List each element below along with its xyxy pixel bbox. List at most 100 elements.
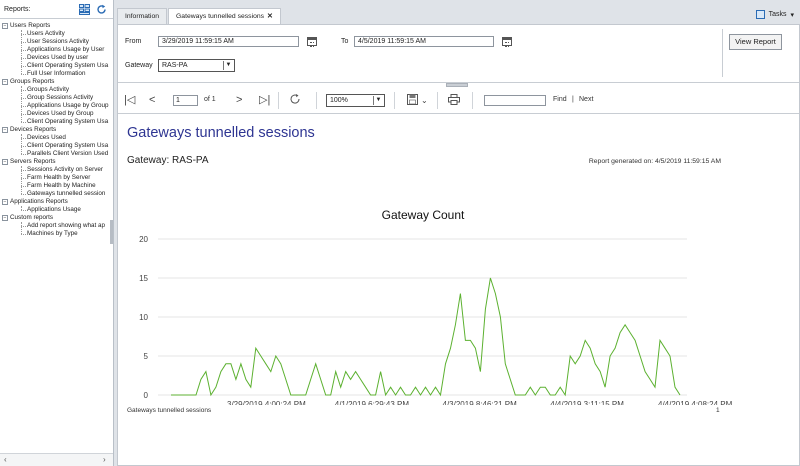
tree-item-label: Devices Used by Group	[27, 110, 94, 117]
report-title: Gateways tunnelled sessions	[127, 125, 315, 141]
collapse-icon[interactable]: −	[2, 79, 8, 85]
y-tick-label: 5	[144, 352, 149, 361]
tree-item[interactable]: Gateways tunnelled session	[0, 190, 113, 198]
tree-item-label: Farm Health by Machine	[27, 182, 96, 189]
print-icon[interactable]	[448, 94, 460, 109]
tree-item[interactable]: Groups Activity	[0, 86, 113, 94]
refresh-icon[interactable]	[96, 4, 107, 15]
chevron-down-icon: ▼	[223, 61, 233, 70]
from-calendar-icon[interactable]	[307, 37, 317, 47]
tree-group-5[interactable]: − Custom reports	[0, 214, 113, 222]
tab-bar: Information Gateways tunnelled sessions ✕	[117, 8, 282, 24]
page-number-input[interactable]: 1	[173, 95, 198, 106]
tree-item-label: Machines by Type	[27, 230, 78, 237]
gateway-select[interactable]: RAS-PA ▼	[158, 59, 235, 72]
tree-item-label: Applications Usage	[27, 206, 81, 213]
collapse-icon[interactable]: −	[2, 215, 8, 221]
tree-guide	[21, 134, 22, 154]
tree-item-label: Parallels Client Version Used	[27, 150, 109, 157]
tree-guide	[21, 206, 22, 210]
tree-group-2[interactable]: − Devices Reports	[0, 126, 113, 134]
x-tick-label: 3/29/2019 4:00:24 PM	[227, 400, 306, 405]
to-date-input[interactable]: 4/5/2019 11:59:15 AM	[354, 36, 494, 47]
report-footer-title: Gateways tunnelled sessions	[127, 407, 212, 414]
tree-item-label: Group Sessions Activity	[27, 94, 94, 101]
save-icon[interactable]	[407, 94, 418, 109]
tree-item[interactable]: Farm Health by Machine	[0, 182, 113, 190]
chart-title: Gateway Count	[382, 208, 465, 222]
next-page-icon[interactable]: >	[236, 93, 242, 107]
tree-group-0[interactable]: − Users Reports	[0, 22, 113, 30]
tasks-menu[interactable]: Tasks ▾	[755, 10, 794, 19]
tree-item[interactable]: Farm Health by Server	[0, 174, 113, 182]
tree-item[interactable]: Sessions Activity on Server	[0, 166, 113, 174]
x-tick-label: 4/4/2019 3:11:15 PM	[550, 400, 624, 405]
tree-item[interactable]: Client Operating System Usa	[0, 142, 113, 150]
zoom-value: 100%	[330, 97, 348, 104]
tree-guide	[21, 222, 22, 234]
from-date-input[interactable]: 3/29/2019 11:59:15 AM	[158, 36, 299, 47]
tree-item-label: Add report showing what ap	[27, 222, 106, 229]
collapse-icon[interactable]: −	[2, 23, 8, 29]
divider	[722, 29, 723, 77]
reports-panel-header: Reports:	[0, 0, 113, 19]
layout-icon[interactable]	[79, 4, 90, 15]
tree-item[interactable]: Client Operating System Usa	[0, 118, 113, 126]
collapse-icon[interactable]: −	[2, 159, 8, 165]
tree-group-1[interactable]: − Groups Reports	[0, 78, 113, 86]
tree-item-label: Groups Activity	[27, 86, 69, 93]
tree-item[interactable]: Parallels Client Version Used	[0, 150, 113, 158]
gateway-select-value: RAS-PA	[162, 62, 188, 69]
tree-group-3[interactable]: − Servers Reports	[0, 158, 113, 166]
find-link[interactable]: Find	[553, 96, 567, 103]
tree-item[interactable]: Group Sessions Activity	[0, 94, 113, 102]
tree-group-4[interactable]: − Applications Reports	[0, 198, 113, 206]
next-link[interactable]: Next	[579, 96, 593, 103]
panel-splitter[interactable]	[110, 220, 113, 244]
report-viewer: From 3/29/2019 11:59:15 AM To 4/5/2019 1…	[117, 24, 800, 466]
tree-group-label: Custom reports	[10, 214, 54, 221]
tree-item[interactable]: Add report showing what ap	[0, 222, 113, 230]
tree-item[interactable]: Devices Used	[0, 134, 113, 142]
app-window: Reports: − Users Reports Users Activity Use…	[0, 0, 800, 466]
tree-item[interactable]: Full User Information	[0, 70, 113, 78]
chevron-down-icon: ▾	[790, 11, 794, 19]
tree-group-label: Devices Reports	[10, 126, 57, 133]
tree-item[interactable]: Users Activity	[0, 30, 113, 38]
y-tick-label: 10	[139, 313, 148, 322]
tree-item[interactable]: Machines by Type	[0, 230, 113, 238]
tree-item[interactable]: Applications Usage by User	[0, 46, 113, 54]
collapse-icon[interactable]: −	[2, 127, 8, 133]
scroll-left-icon[interactable]: ‹	[4, 455, 7, 464]
tree-item[interactable]: Client Operating System Usa	[0, 62, 113, 70]
tab-gateways-tunnelled-sessions[interactable]: Gateways tunnelled sessions ✕	[168, 8, 281, 24]
tree-item-label: Farm Health by Server	[27, 174, 91, 181]
refresh-icon[interactable]	[289, 93, 301, 109]
collapse-icon[interactable]: −	[2, 199, 8, 205]
first-page-icon[interactable]: |◁	[124, 93, 135, 107]
previous-page-icon[interactable]: <	[149, 93, 155, 107]
last-page-icon[interactable]: ▷|	[259, 93, 270, 107]
page-count-label: of 1	[204, 96, 216, 103]
scroll-right-icon[interactable]: ›	[103, 455, 106, 464]
y-tick-label: 0	[144, 391, 149, 400]
to-calendar-icon[interactable]	[502, 37, 512, 47]
tree-item[interactable]: Devices Used by Group	[0, 110, 113, 118]
divider	[316, 92, 317, 109]
tree-item[interactable]: Applications Usage	[0, 206, 113, 214]
close-tab-icon[interactable]: ✕	[267, 13, 273, 20]
horizontal-scrollbar[interactable]: ‹ ›	[0, 453, 113, 466]
reports-panel: Reports: − Users Reports Users Activity Use…	[0, 0, 114, 466]
tree-item[interactable]: Applications Usage by Group	[0, 102, 113, 110]
view-report-button[interactable]: View Report	[729, 34, 782, 50]
tree-item[interactable]: User Sessions Activity	[0, 38, 113, 46]
tree-group-label: Users Reports	[10, 22, 51, 29]
tree-item[interactable]: Devices Used by user	[0, 54, 113, 62]
tasks-icon	[755, 10, 765, 19]
export-chevron-down-icon[interactable]: ⌄	[421, 94, 428, 108]
toolbar-separator: |	[572, 96, 574, 103]
tab-information[interactable]: Information	[117, 8, 168, 24]
report-parameters: From 3/29/2019 11:59:15 AM To 4/5/2019 1…	[118, 25, 799, 83]
zoom-select[interactable]: 100% ▼	[326, 94, 385, 107]
find-input[interactable]	[484, 95, 546, 106]
